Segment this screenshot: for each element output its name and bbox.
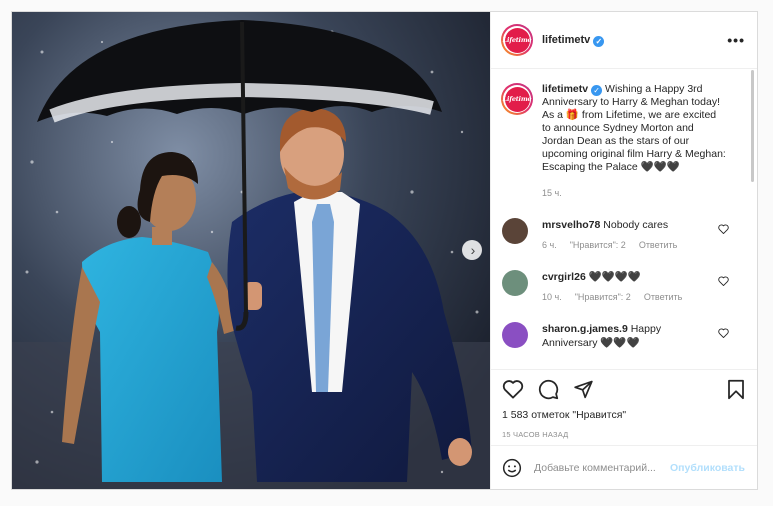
comment-text: Nobody cares [603,219,669,231]
post-actions: 1 583 отметок "Нравится" 15 ЧАСОВ НАЗАД [491,369,757,445]
comment-body: cvrgirl26 🖤🖤🖤🖤 [542,270,712,284]
post-image[interactable]: › [12,12,490,489]
caption-text: Wishing a Happy 3rd Anniversary to Harry… [542,83,726,173]
comment-item: cvrgirl26 🖤🖤🖤🖤 10 ч. "Нравится": 2 Ответ… [501,270,743,302]
comment-meta: 10 ч. "Нравится": 2 Ответить [542,292,712,302]
account-avatar[interactable]: Lifetime [501,24,533,56]
likes-count[interactable]: 1 583 отметок "Нравится" [502,409,745,421]
caption-avatar[interactable]: Lifetime [501,83,533,115]
comment-heart-icon[interactable] [718,328,729,338]
paper-plane-icon[interactable] [573,379,594,399]
next-image-button[interactable]: › [462,240,482,260]
action-icons [502,378,745,400]
lifetime-logo: Lifetime [503,27,532,53]
caption-username[interactable]: lifetimetv [542,83,588,95]
lifetime-logo: Lifetime [503,86,532,112]
add-comment-bar: Опубликовать [491,445,757,489]
post-photo [12,12,490,489]
caption-time[interactable]: 15 ч. [542,188,727,198]
post-caption: Lifetime lifetimetv ✓ Wishing a Happy 3rd… [501,83,743,198]
verified-badge-icon: ✓ [593,35,605,47]
comment-heart-icon[interactable] [718,276,729,286]
chevron-right-icon: › [470,242,476,258]
comments-scrollbar[interactable] [751,70,754,182]
comment-icon[interactable] [538,379,559,400]
comment-avatar[interactable] [502,270,528,296]
caption-body: lifetimetv ✓ Wishing a Happy 3rd Annivers… [542,83,727,174]
comment-avatar[interactable] [502,218,528,244]
post-header: Lifetime lifetimetv ✓ ••• [491,12,757,69]
heart-icon[interactable] [502,379,524,399]
comment-item: sharon.g.james.9 Happy Anniversary 🖤🖤🖤 [501,322,743,350]
comments-list[interactable]: Lifetime lifetimetv ✓ Wishing a Happy 3rd… [491,69,757,369]
comment-username[interactable]: sharon.g.james.9 [542,323,628,335]
comment-item: mrsvelho78 Nobody cares 6 ч. "Нравится":… [501,218,743,250]
comment-body: sharon.g.james.9 Happy Anniversary 🖤🖤🖤 [542,322,712,350]
comment-input[interactable] [534,461,669,474]
verified-badge-icon: ✓ [591,85,603,96]
comment-heart-icon[interactable] [718,224,729,234]
comment-avatar[interactable] [502,322,528,348]
comment-likes[interactable]: "Нравится": 2 [570,240,626,250]
more-options-button[interactable]: ••• [727,32,745,48]
comment-time[interactable]: 6 ч. [542,240,557,250]
posted-time[interactable]: 15 ЧАСОВ НАЗАД [502,430,745,439]
comment-likes[interactable]: "Нравится": 2 [575,292,631,302]
bookmark-icon[interactable] [727,379,745,400]
smiley-icon[interactable] [502,458,522,478]
comment-username[interactable]: mrsvelho78 [542,219,600,231]
comment-username[interactable]: cvrgirl26 [542,271,586,283]
instagram-post: › Lifetime lifetimetv ✓ ••• Lifetime life… [11,11,758,490]
account-username[interactable]: lifetimetv ✓ [542,34,605,47]
publish-button[interactable]: Опубликовать [670,462,745,474]
post-sidebar: Lifetime lifetimetv ✓ ••• Lifetime lifeti… [490,12,757,489]
comment-meta: 6 ч. "Нравится": 2 Ответить [542,240,712,250]
username-link[interactable]: lifetimetv [542,34,590,46]
comment-time[interactable]: 10 ч. [542,292,562,302]
reply-button[interactable]: Ответить [639,240,677,250]
reply-button[interactable]: Ответить [644,292,682,302]
comment-body: mrsvelho78 Nobody cares [542,218,712,232]
comment-text: 🖤🖤🖤🖤 [588,271,641,283]
